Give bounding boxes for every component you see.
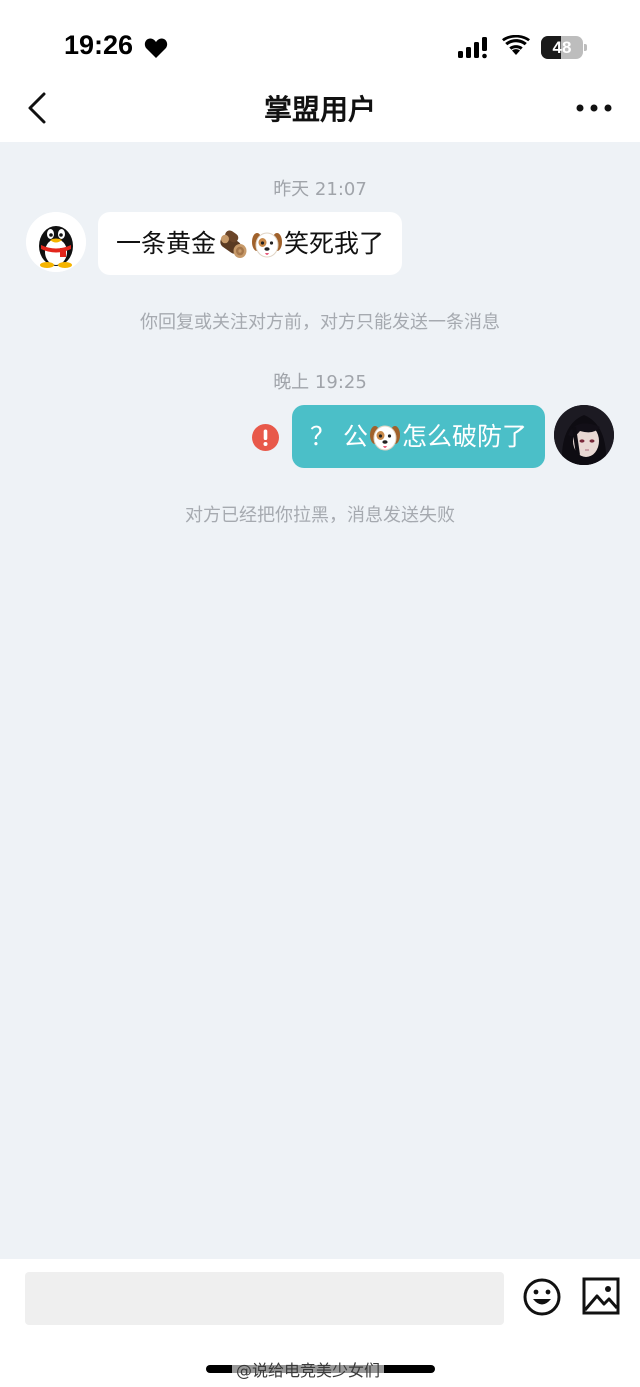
incoming-message-bubble[interactable]: 一条黄金 笑死我了 xyxy=(98,212,403,275)
cellular-signal-icon xyxy=(458,37,487,59)
navigation-bar: 掌盟用户 xyxy=(0,78,640,142)
log-emoji-icon xyxy=(220,230,247,258)
page-title: 掌盟用户 xyxy=(263,93,376,126)
message-text: ？ 公 xyxy=(310,422,368,451)
wifi-icon xyxy=(502,35,530,55)
chat-screen: 19:26 48 掌盟用户 昨天 21:07 一条黄金 笑死我了 你回复或关注对… xyxy=(0,0,640,1387)
emoji-button-icon[interactable] xyxy=(522,1277,562,1317)
input-bar: @说给电竞美少女们 xyxy=(0,1259,640,1387)
contact-avatar[interactable] xyxy=(26,212,86,272)
message-timestamp: 昨天 21:07 xyxy=(273,179,367,200)
heart-icon xyxy=(144,38,168,58)
outgoing-message-bubble[interactable]: ？ 公 怎么破防了 xyxy=(292,405,545,468)
status-bar: 19:26 48 xyxy=(0,0,640,78)
qq-penguin-icon xyxy=(26,212,86,272)
battery-icon: 48 xyxy=(541,36,587,59)
dog-face-emoji-icon xyxy=(252,232,283,258)
status-time: 19:26 xyxy=(64,30,134,60)
system-note: 你回复或关注对方前，对方只能发送一条消息 xyxy=(140,312,500,333)
message-text: 一条黄金 xyxy=(116,229,217,258)
message-input[interactable] xyxy=(25,1272,504,1325)
send-failed-icon[interactable] xyxy=(252,424,279,451)
more-options-icon[interactable] xyxy=(574,98,614,118)
message-text: 怎么破防了 xyxy=(401,422,527,451)
watermark: @说给电竞美少女们 xyxy=(232,1357,385,1381)
user-avatar[interactable] xyxy=(554,405,614,465)
image-picker-icon[interactable] xyxy=(582,1277,620,1315)
message-text: 笑死我了 xyxy=(284,229,385,258)
battery-level: 48 xyxy=(552,38,572,57)
anime-avatar-icon xyxy=(554,405,614,465)
dog-face-emoji-icon xyxy=(369,425,400,451)
message-timestamp: 晚上 19:25 xyxy=(273,372,367,393)
system-note: 对方已经把你拉黑，消息发送失败 xyxy=(185,505,455,526)
